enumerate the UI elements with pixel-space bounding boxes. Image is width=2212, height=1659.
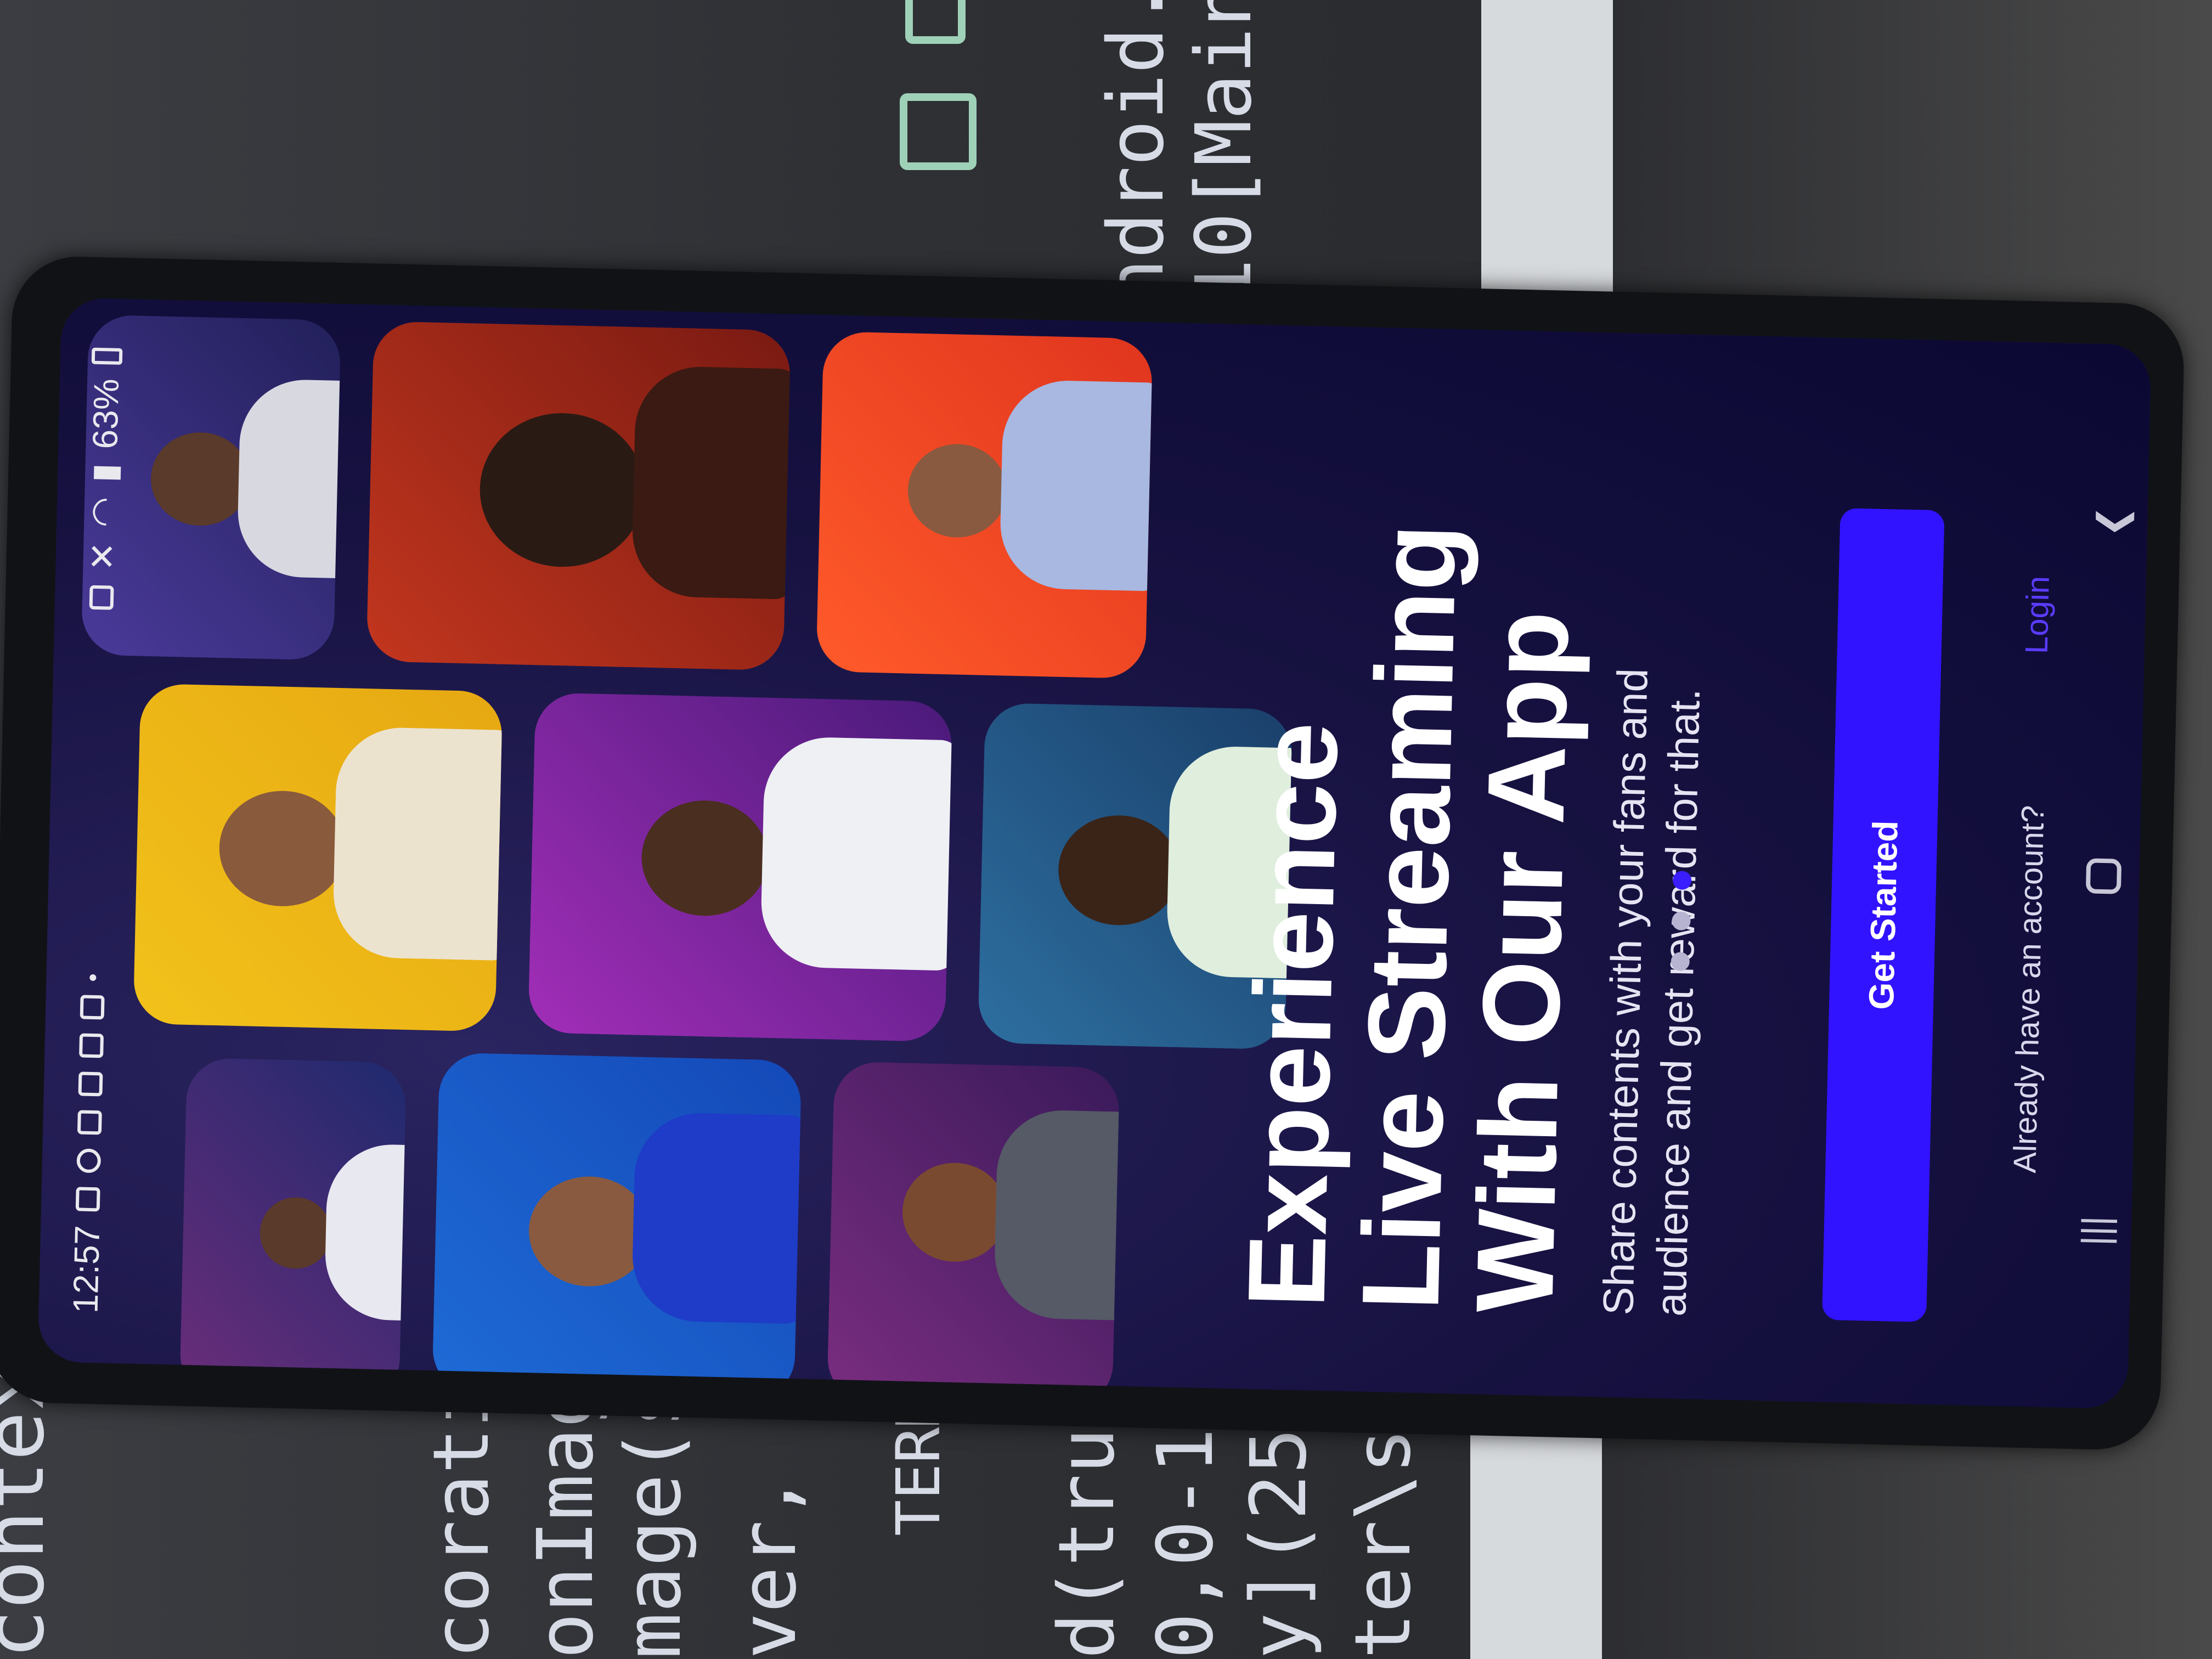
onboarding-screen: 12:57 ✕ ◠ ▮ 63% Experience Live Streamin… — [37, 297, 2152, 1409]
home-icon — [2085, 858, 2122, 894]
home-button[interactable] — [2084, 851, 2124, 901]
login-prompt-row: Already have an account? Login — [2001, 342, 2062, 1407]
page-indicator-dot-active — [1672, 871, 1692, 890]
bg-code-line: mage(s — [609, 1381, 698, 1659]
creator-photo — [366, 321, 791, 671]
whatsapp-icon — [76, 1148, 101, 1173]
creator-photo — [816, 331, 1153, 679]
creator-photo — [528, 692, 953, 1042]
message-icon — [75, 1187, 100, 1212]
login-link[interactable]: Login — [2019, 575, 2056, 654]
creator-photo — [827, 1061, 1120, 1408]
back-icon[interactable]: ❮ — [2090, 496, 2134, 547]
system-nav-bar: ||| ❮ — [2062, 343, 2146, 1409]
page-indicator — [1671, 871, 1692, 971]
status-bar-left: 12:57 — [65, 974, 114, 1314]
trash-icon — [905, 0, 966, 44]
onboarding-headline: Experience Live Streaming With Our App — [1225, 522, 1592, 1314]
onboarding-subtitle: Share contents with your fans and audien… — [1594, 668, 1709, 1317]
bg-code-line: contex — [0, 1362, 63, 1659]
bg-code-line: onImag — [521, 1381, 611, 1659]
get-started-button[interactable]: Get Started — [1822, 508, 1945, 1322]
media-icon — [80, 995, 105, 1020]
status-time: 12:57 — [65, 1224, 108, 1314]
phone-device: 12:57 ✕ ◠ ▮ 63% Experience Live Streamin… — [0, 255, 2186, 1451]
creator-photo — [179, 1057, 407, 1403]
page-indicator-dot — [1672, 911, 1691, 931]
phone-screen: 12:57 ✕ ◠ ▮ 63% Experience Live Streamin… — [37, 297, 2152, 1409]
dot-icon — [89, 974, 97, 981]
creator-photo — [133, 683, 503, 1032]
media-icon — [78, 1071, 103, 1097]
alarm-icon — [89, 585, 114, 610]
creator-photo-collage — [37, 297, 1293, 1408]
recents-icon[interactable]: ||| — [2074, 1206, 2117, 1256]
battery-icon — [91, 347, 123, 365]
bg-code-line: corati — [417, 1381, 506, 1659]
login-prompt-text: Already have an account? — [2007, 805, 2051, 1174]
media-icon — [79, 1033, 104, 1058]
page-indicator-dot — [1671, 952, 1690, 971]
bg-code-line: ver, — [724, 1474, 814, 1659]
split-view-icon — [900, 93, 977, 170]
creator-photo — [432, 1052, 802, 1401]
wifi-icon: ◠ — [83, 496, 123, 528]
status-bar-right: ✕ ◠ ▮ 63% — [81, 347, 128, 610]
mute-icon: ✕ — [82, 541, 122, 572]
signal-icon: ▮ — [84, 462, 125, 483]
media-icon — [77, 1110, 102, 1135]
battery-percent: 63% — [85, 378, 127, 450]
